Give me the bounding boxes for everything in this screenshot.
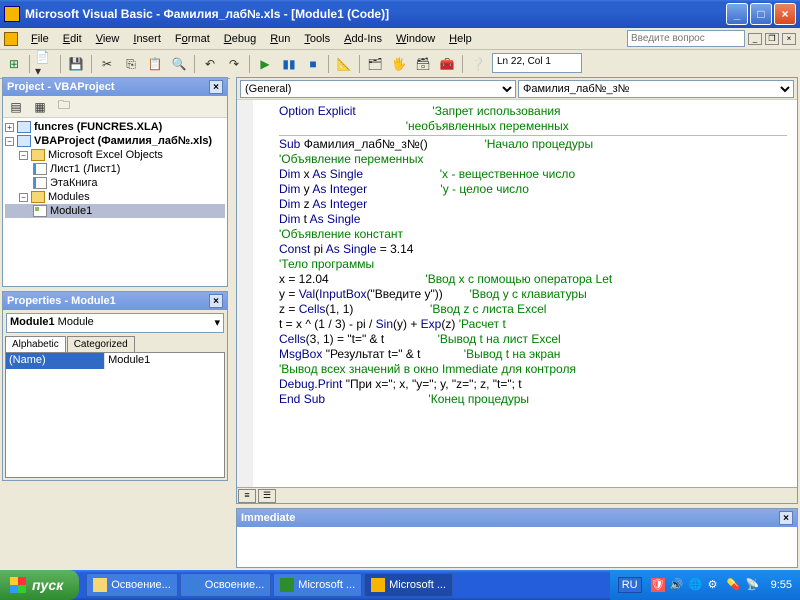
procedure-combo[interactable]: Фамилия_лаб№_з№: [518, 80, 794, 98]
taskbar-button-3[interactable]: Microsoft ...: [273, 573, 362, 597]
tray-icon[interactable]: 🔊: [670, 578, 684, 592]
start-label: пуск: [32, 577, 63, 593]
windows-flag-icon: [10, 577, 26, 593]
system-tray: RU 🛡 🔊 🌐 ⚙ 💊 📡 9:55: [610, 570, 800, 600]
window-title: Microsoft Visual Basic - Фамилия_лаб№.xl…: [25, 7, 389, 21]
view-object-button[interactable]: ▦: [29, 96, 51, 118]
menu-edit[interactable]: Edit: [56, 31, 89, 47]
prop-val-name[interactable]: Module1: [104, 353, 224, 369]
language-indicator[interactable]: RU: [618, 577, 642, 593]
window-maximize-button[interactable]: □: [750, 3, 772, 25]
procedure-view-button[interactable]: ≡: [238, 489, 256, 503]
start-button[interactable]: пуск: [0, 570, 79, 600]
view-excel-button[interactable]: ⊞: [3, 53, 25, 75]
object-combo[interactable]: (General): [240, 80, 516, 98]
tree-vbaproject[interactable]: VBAProject (Фамилия_лаб№.xls): [34, 135, 212, 147]
paste-button[interactable]: 📋: [144, 53, 166, 75]
full-module-view-button[interactable]: ☰: [258, 489, 276, 503]
menu-window[interactable]: Window: [389, 31, 442, 47]
window-minimize-button[interactable]: _: [726, 3, 748, 25]
cut-button[interactable]: ✂: [96, 53, 118, 75]
properties-window-button[interactable]: 🖐: [388, 53, 410, 75]
project-explorer-pane: Project - VBAProject × ▤ ▦ 🗀 +funcres (F…: [2, 77, 228, 287]
design-mode-button[interactable]: 📐: [333, 53, 355, 75]
tree-sheet1[interactable]: Лист1 (Лист1): [50, 163, 120, 175]
menu-help[interactable]: Help: [442, 31, 479, 47]
taskbar-button-4[interactable]: Microsoft ...: [364, 573, 453, 597]
properties-grid[interactable]: (Name) Module1: [5, 352, 225, 478]
tree-funcres[interactable]: funcres (FUNCRES.XLA): [34, 121, 162, 133]
tree-thisworkbook[interactable]: ЭтаКнига: [50, 177, 97, 189]
ask-question-input[interactable]: [627, 30, 745, 47]
project-toolbar: ▤ ▦ 🗀: [3, 96, 227, 118]
properties-close-button[interactable]: ×: [209, 294, 223, 308]
prop-key-name: (Name): [6, 353, 104, 369]
tray-icon[interactable]: ⚙: [708, 578, 722, 592]
taskbar: пуск Освоение... Освоение... Microsoft .…: [0, 570, 800, 600]
project-explorer-close-button[interactable]: ×: [209, 80, 223, 94]
project-explorer-title-text: Project - VBAProject: [7, 81, 115, 93]
find-button[interactable]: 🔍: [168, 53, 190, 75]
mdi-restore-button[interactable]: ❐: [765, 33, 779, 45]
tree-excel-objects[interactable]: Microsoft Excel Objects: [48, 149, 163, 161]
immediate-title-text: Immediate: [241, 512, 295, 524]
menu-view[interactable]: View: [89, 31, 127, 47]
break-button[interactable]: ▮▮: [278, 53, 300, 75]
clock[interactable]: 9:55: [771, 579, 792, 591]
menu-addins[interactable]: Add-Ins: [337, 31, 389, 47]
tray-icon[interactable]: 📡: [746, 578, 760, 592]
code-editor[interactable]: Option Explicit 'Запрет использования 'н…: [237, 100, 797, 487]
menu-debug[interactable]: Debug: [217, 31, 263, 47]
menu-bar: File Edit View Insert Format Debug Run T…: [0, 28, 800, 50]
menu-run[interactable]: Run: [263, 31, 297, 47]
mdi-minimize-button[interactable]: _: [748, 33, 762, 45]
redo-button[interactable]: ↷: [223, 53, 245, 75]
tray-icon[interactable]: 🌐: [689, 578, 703, 592]
mdi-close-button[interactable]: ×: [782, 33, 796, 45]
properties-title: Properties - Module1 ×: [3, 292, 227, 310]
project-explorer-button[interactable]: 🗂: [364, 53, 386, 75]
immediate-title: Immediate ×: [237, 509, 797, 527]
properties-title-text: Properties - Module1: [7, 295, 116, 307]
cursor-position: Ln 22, Col 1: [492, 53, 582, 73]
view-code-button[interactable]: ▤: [5, 96, 27, 118]
undo-button[interactable]: ↶: [199, 53, 221, 75]
tree-modules[interactable]: Modules: [48, 191, 90, 203]
menu-file[interactable]: File: [24, 31, 56, 47]
properties-pane: Properties - Module1 × Module1 Module ▾ …: [2, 291, 228, 481]
properties-object-combo[interactable]: Module1 Module ▾: [6, 313, 224, 333]
immediate-body[interactable]: [237, 527, 797, 567]
vb-icon: [4, 32, 18, 46]
project-tree[interactable]: +funcres (FUNCRES.XLA) −VBAProject (Фами…: [3, 118, 227, 286]
tab-alphabetic[interactable]: Alphabetic: [5, 336, 66, 352]
object-browser-button[interactable]: 🗃: [412, 53, 434, 75]
toolbox-button[interactable]: 🧰: [436, 53, 458, 75]
taskbar-button-1[interactable]: Освоение...: [86, 573, 178, 597]
copy-button[interactable]: ⎘: [120, 53, 142, 75]
code-window: (General) Фамилия_лаб№_з№ Option Explici…: [236, 77, 798, 504]
window-close-button[interactable]: ×: [774, 3, 796, 25]
window-titlebar: Microsoft Visual Basic - Фамилия_лаб№.xl…: [0, 0, 800, 28]
toggle-folders-button[interactable]: 🗀: [53, 96, 75, 118]
immediate-window: Immediate ×: [236, 508, 798, 568]
menu-format[interactable]: Format: [168, 31, 217, 47]
app-icon: [4, 6, 20, 22]
taskbar-button-2[interactable]: Освоение...: [180, 573, 272, 597]
help-button[interactable]: ❔: [467, 53, 489, 75]
insert-dropdown[interactable]: 📄▾: [34, 53, 56, 75]
menu-tools[interactable]: Tools: [297, 31, 337, 47]
tray-icon[interactable]: 💊: [727, 578, 741, 592]
reset-button[interactable]: ■: [302, 53, 324, 75]
run-button[interactable]: ▶: [254, 53, 276, 75]
tray-icon[interactable]: 🛡: [651, 578, 665, 592]
tree-module1[interactable]: Module1: [50, 205, 92, 217]
project-explorer-title: Project - VBAProject ×: [3, 78, 227, 96]
menu-insert[interactable]: Insert: [126, 31, 168, 47]
tab-categorized[interactable]: Categorized: [67, 336, 135, 352]
save-button[interactable]: 💾: [65, 53, 87, 75]
immediate-close-button[interactable]: ×: [779, 511, 793, 525]
